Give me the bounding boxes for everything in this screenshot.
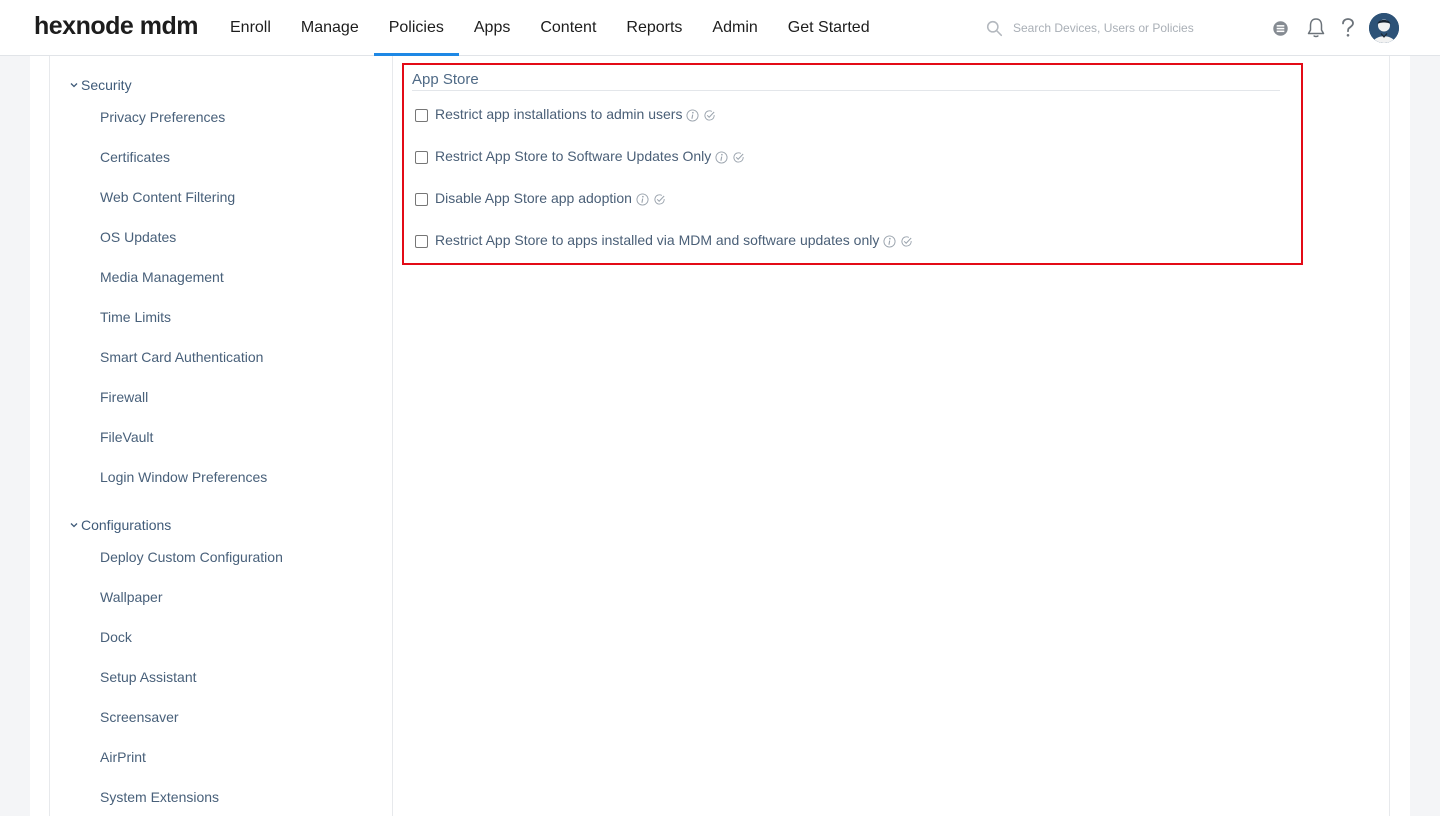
nav-manage[interactable]: Manage (286, 0, 374, 56)
option-disable-app-adoption: Disable App Store app adoption (415, 188, 666, 208)
option-label: Restrict App Store to Software Updates O… (435, 148, 712, 164)
nav-apps[interactable]: Apps (459, 0, 525, 56)
sidebar-group-configurations[interactable]: Configurations (68, 517, 171, 533)
supervised-check-icon (733, 151, 744, 163)
sidebar-item-time-limits[interactable]: Time Limits (100, 309, 171, 325)
sidebar-item-deploy-custom-configuration[interactable]: Deploy Custom Configuration (100, 549, 283, 565)
bell-icon[interactable] (1302, 14, 1330, 42)
nav-admin[interactable]: Admin (697, 0, 772, 56)
sidebar-group-title: Security (81, 77, 132, 93)
search-input[interactable] (1013, 21, 1233, 35)
info-icon[interactable] (883, 234, 896, 248)
sidebar-item-certificates[interactable]: Certificates (100, 149, 170, 165)
brand-logo[interactable]: hexnode mdm (34, 12, 198, 41)
sidebar-item-airprint[interactable]: AirPrint (100, 749, 146, 765)
option-restrict-admin-installs: Restrict app installations to admin user… (415, 104, 716, 124)
help-center-icon[interactable] (1266, 14, 1294, 42)
section-divider (412, 90, 1280, 91)
content-border (1389, 56, 1390, 816)
sidebar-item-filevault[interactable]: FileVault (100, 429, 153, 445)
restrict-software-updates-only-checkbox[interactable] (415, 151, 428, 164)
sidebar-item-smart-card-authentication[interactable]: Smart Card Authentication (100, 349, 263, 365)
sidebar-item-dock[interactable]: Dock (100, 629, 132, 645)
sidebar-item-login-window-preferences[interactable]: Login Window Preferences (100, 469, 267, 485)
option-label: Restrict app installations to admin user… (435, 106, 683, 122)
sidebar-item-wallpaper[interactable]: Wallpaper (100, 589, 163, 605)
nav-enroll[interactable]: Enroll (215, 0, 286, 56)
supervised-check-icon (654, 193, 665, 205)
sidebar-group-title: Configurations (81, 517, 172, 533)
sidebar-item-web-content-filtering[interactable]: Web Content Filtering (100, 189, 235, 205)
search-icon (986, 20, 1003, 36)
main-nav: Enroll Manage Policies Apps Content Repo… (215, 0, 885, 56)
info-icon[interactable] (715, 150, 728, 164)
option-label: Restrict App Store to apps installed via… (435, 232, 880, 248)
user-avatar[interactable] (1369, 13, 1399, 43)
restrict-mdm-apps-only-checkbox[interactable] (415, 235, 428, 248)
nav-policies[interactable]: Policies (373, 0, 460, 56)
sidebar-item-os-updates[interactable]: OS Updates (100, 229, 176, 245)
nav-content[interactable]: Content (525, 0, 611, 56)
chevron-down-icon (70, 523, 78, 528)
info-icon[interactable] (636, 192, 649, 206)
restrict-admin-installs-checkbox[interactable] (415, 109, 428, 122)
top-navigation-bar: hexnode mdm Enroll Manage Policies Apps … (0, 0, 1440, 56)
sidebar-item-firewall[interactable]: Firewall (100, 389, 148, 405)
supervised-check-icon (704, 109, 716, 121)
chevron-down-icon (70, 83, 78, 88)
option-restrict-software-updates-only: Restrict App Store to Software Updates O… (415, 146, 745, 166)
sidebar-item-setup-assistant[interactable]: Setup Assistant (100, 669, 197, 685)
sidebar-item-privacy-preferences[interactable]: Privacy Preferences (100, 109, 225, 125)
nav-reports[interactable]: Reports (611, 0, 697, 56)
option-restrict-mdm-apps-only: Restrict App Store to apps installed via… (415, 230, 913, 250)
sidebar-item-media-management[interactable]: Media Management (100, 269, 224, 285)
disable-app-adoption-checkbox[interactable] (415, 193, 428, 206)
nav-get-started[interactable]: Get Started (773, 0, 885, 56)
sidebar-item-system-extensions[interactable]: System Extensions (100, 789, 219, 805)
sidebar-group-security[interactable]: Security (68, 77, 132, 93)
question-icon[interactable] (1334, 14, 1362, 42)
option-label: Disable App Store app adoption (435, 190, 632, 206)
info-icon[interactable] (686, 108, 699, 122)
global-search (986, 14, 1246, 42)
section-title: App Store (412, 71, 479, 88)
app-store-section: App Store Restrict app installations to … (402, 63, 1303, 265)
supervised-check-icon (901, 235, 912, 247)
sidebar-item-screensaver[interactable]: Screensaver (100, 709, 179, 725)
